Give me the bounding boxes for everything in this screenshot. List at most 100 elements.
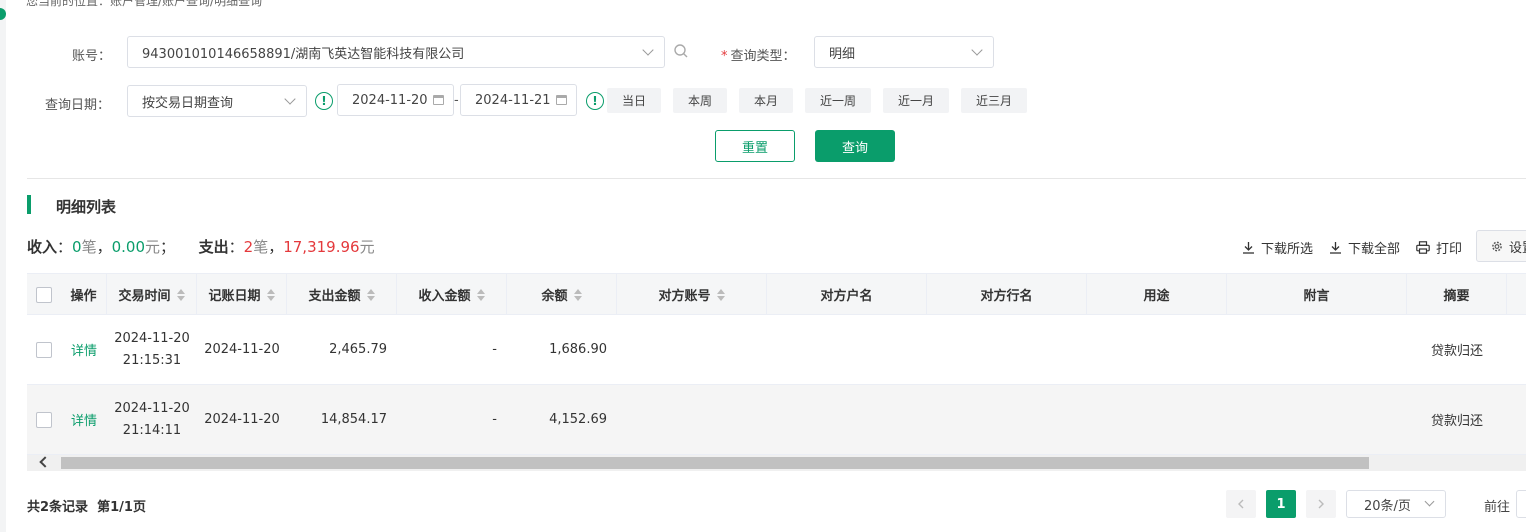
col-header-balance[interactable]: 余额 [507, 274, 617, 315]
row-trade-time: 2024-11-20 21:15:31 [114, 330, 190, 368]
date-separator: - [454, 93, 459, 108]
chevron-right-icon [1318, 499, 1324, 509]
quick-range-this-month[interactable]: 本月 [739, 88, 793, 113]
row-balance: 4,152.69 [549, 412, 607, 427]
search-icon[interactable] [673, 43, 689, 59]
summary-colon: ： [228, 238, 244, 256]
col-header-book-date[interactable]: 记账日期 [197, 274, 287, 315]
left-edge-strip [0, 0, 6, 532]
row-checkbox[interactable] [36, 411, 52, 428]
row-summary: 贷款归还 [1430, 414, 1483, 429]
sort-icon[interactable] [366, 288, 375, 301]
row-income: - [492, 412, 497, 427]
chevron-left-icon[interactable] [39, 456, 51, 468]
section-accent-bar [27, 195, 31, 214]
select-all-checkbox[interactable] [36, 286, 52, 303]
income-amount-unit: 元 [145, 238, 161, 256]
download-selected-label: 下载所选 [1261, 242, 1314, 257]
query-type-label-text: 查询类型： [730, 49, 796, 64]
detail-link[interactable]: 详情 [71, 410, 97, 429]
horizontal-scrollbar[interactable] [27, 455, 1526, 471]
page-size-select[interactable]: 20条/页 [1346, 490, 1446, 518]
page-size-value: 20条/页 [1364, 498, 1411, 514]
print-label: 打印 [1436, 242, 1463, 257]
income-count-unit: 笔 [81, 238, 97, 256]
table-header: 操作 交易时间 记账日期 支出金额 收入金额 余额 对方账号 对方户名 对方行名… [27, 273, 1526, 315]
settings-label: 设置 [1508, 240, 1526, 256]
quick-range-last-month[interactable]: 近一月 [883, 88, 949, 113]
sort-icon[interactable] [716, 288, 725, 301]
col-header-purpose: 用途 [1087, 274, 1227, 315]
download-selected-button[interactable]: 下载所选 [1242, 238, 1313, 257]
col-header-counter-account[interactable]: 对方账号 [617, 274, 767, 315]
row-expense: 2,465.79 [329, 342, 387, 357]
sort-icon[interactable] [266, 288, 275, 301]
download-all-label: 下载全部 [1348, 242, 1401, 257]
transaction-summary: 收入：0笔，0.00元； 支出：2笔，17,319.96元 [27, 236, 375, 257]
summary-semicolon: ； [160, 238, 176, 256]
reset-button[interactable]: 重置 [715, 130, 795, 162]
download-all-button[interactable]: 下载全部 [1329, 238, 1400, 257]
next-page-button[interactable] [1306, 490, 1336, 518]
table-row: 详情 2024-11-20 21:14:11 2024-11-20 14,854.… [27, 385, 1526, 455]
col-header-summary: 摘要 [1407, 274, 1507, 315]
sort-icon[interactable] [476, 288, 485, 301]
sort-icon[interactable] [573, 288, 582, 301]
query-button[interactable]: 查询 [815, 130, 895, 162]
col-header-trade-time[interactable]: 交易时间 [107, 274, 197, 315]
settings-button[interactable]: 设置 [1476, 230, 1526, 262]
chevron-down-icon [284, 93, 296, 105]
query-type-label: * 查询类型： [721, 45, 796, 64]
info-icon[interactable]: ! [586, 92, 604, 110]
date-mode-select[interactable]: 按交易日期查询 [127, 85, 307, 117]
detail-link[interactable]: 详情 [71, 340, 97, 359]
prev-page-button[interactable] [1226, 490, 1256, 518]
record-count: 共2条记录 第1/1页 [27, 500, 146, 515]
quick-range-last-week[interactable]: 近一周 [805, 88, 871, 113]
goto-page-input[interactable] [1516, 490, 1526, 518]
chevron-down-icon [642, 44, 654, 56]
row-checkbox[interactable] [36, 341, 52, 358]
end-date-input[interactable]: 2024-11-21 [460, 84, 577, 116]
download-icon [1330, 242, 1341, 254]
current-page-button[interactable]: 1 [1266, 490, 1296, 518]
quick-range-today[interactable]: 当日 [607, 88, 661, 113]
income-count: 0 [72, 238, 82, 256]
account-label: 账号： [72, 49, 112, 64]
print-button[interactable]: 打印 [1416, 238, 1462, 257]
table-row: 详情 2024-11-20 21:15:31 2024-11-20 2,465.7… [27, 315, 1526, 385]
info-icon[interactable]: ! [315, 92, 333, 110]
start-date-input[interactable]: 2024-11-20 [337, 84, 454, 116]
col-header-income[interactable]: 收入金额 [397, 274, 507, 315]
printer-icon [1416, 241, 1430, 254]
row-expense: 14,854.17 [320, 412, 387, 427]
row-book-date: 2024-11-20 [204, 412, 280, 427]
scrollbar-thumb[interactable] [61, 457, 1369, 469]
row-checkbox-cell [27, 315, 61, 384]
chevron-left-icon [1238, 499, 1244, 509]
account-select-value: 943001010146658891/湖南飞英达智能科技有限公司 [142, 46, 465, 62]
section-title: 明细列表 [56, 198, 117, 216]
quick-range-this-week[interactable]: 本周 [673, 88, 727, 113]
row-income: - [492, 342, 497, 357]
select-all-cell [27, 274, 61, 315]
col-header-remark: 附言 [1227, 274, 1407, 315]
query-type-select[interactable]: 明细 [814, 36, 994, 68]
date-mode-value: 按交易日期查询 [142, 95, 234, 111]
section-divider [27, 178, 1526, 179]
calendar-icon [556, 95, 567, 105]
quick-range-last-three-months[interactable]: 近三月 [961, 88, 1027, 113]
col-header-expense[interactable]: 支出金额 [287, 274, 397, 315]
row-book-date: 2024-11-20 [204, 342, 280, 357]
sort-icon[interactable] [176, 288, 185, 301]
gear-icon [1492, 241, 1502, 251]
required-mark: * [721, 49, 728, 64]
chevron-down-icon [1424, 496, 1435, 507]
row-checkbox-cell [27, 385, 61, 454]
income-label: 收入 [27, 238, 58, 256]
row-summary: 贷款归还 [1430, 344, 1483, 359]
summary-comma: ， [268, 238, 284, 256]
download-icon [1243, 242, 1254, 254]
account-select[interactable]: 943001010146658891/湖南飞英达智能科技有限公司 [127, 36, 665, 68]
query-type-value: 明细 [829, 46, 856, 62]
